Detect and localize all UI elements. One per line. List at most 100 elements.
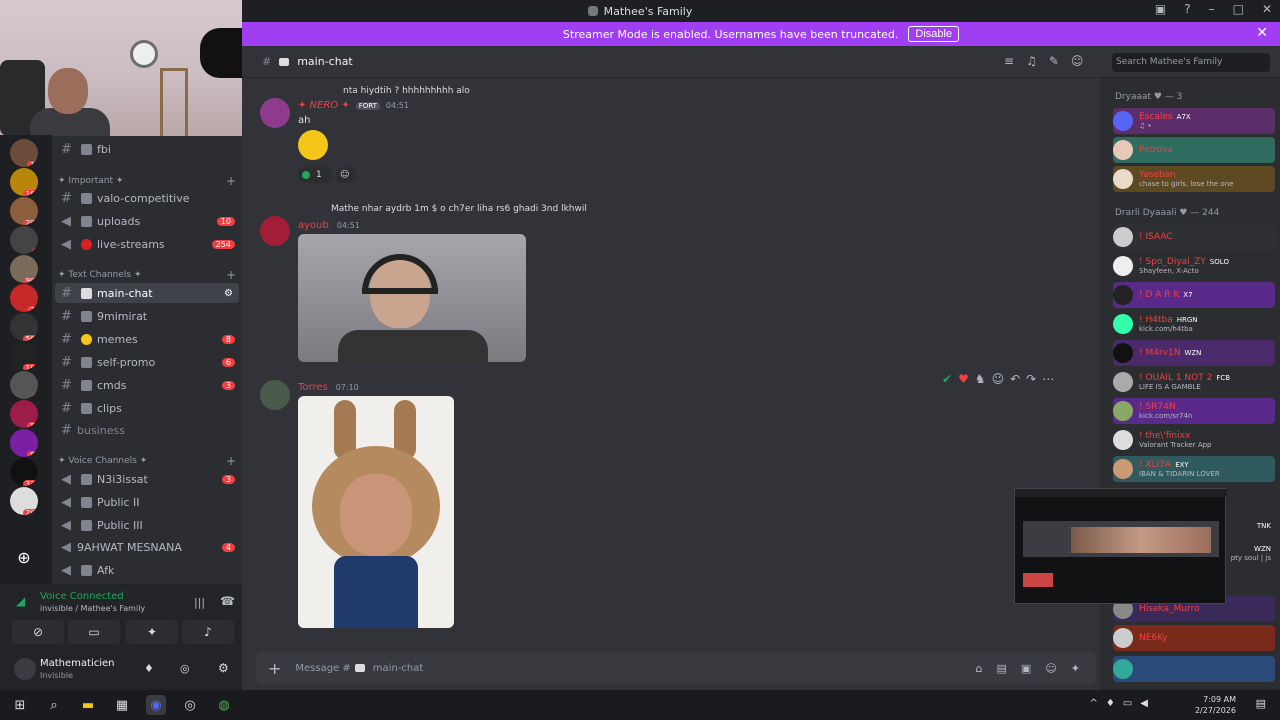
- avatar[interactable]: [14, 658, 36, 680]
- avatar[interactable]: [260, 216, 290, 246]
- mic-icon[interactable]: ♦: [1106, 698, 1115, 709]
- server-icon[interactable]: 3: [10, 371, 38, 399]
- screen-share-button[interactable]: ▭: [68, 620, 120, 644]
- sticker-icon[interactable]: ▣: [1021, 662, 1031, 675]
- avatar[interactable]: [260, 98, 290, 128]
- server-icon[interactable]: 900: [10, 255, 38, 283]
- tray-icons[interactable]: ^ ♦ ▭ ◀: [1089, 698, 1148, 709]
- add-reaction-button[interactable]: ☺: [336, 167, 356, 183]
- animal-emoji-icon[interactable]: ♞: [975, 372, 986, 386]
- member-item[interactable]: ! D A R K X7: [1113, 282, 1275, 308]
- channel-memes[interactable]: # memes 8: [55, 329, 239, 349]
- voice-channel-afk[interactable]: ◀ Afk: [55, 560, 239, 580]
- close-banner-icon[interactable]: ✕: [1256, 25, 1268, 41]
- server-icon[interactable]: 336: [10, 458, 38, 486]
- member-item[interactable]: ! Spo_Diyal_ZY SOLO Shayfeen, X-Acto: [1113, 253, 1275, 279]
- add-channel-icon[interactable]: +: [226, 454, 236, 468]
- message-composer[interactable]: + Message # main-chat ⌂ ▤ ▣ ☺ ✦: [256, 652, 1096, 684]
- channel-live-streams[interactable]: ◀ live-streams 254: [55, 234, 239, 254]
- microphone-icon[interactable]: ♦: [144, 662, 154, 675]
- more-icon[interactable]: ⋯: [1042, 372, 1054, 386]
- volume-icon[interactable]: ◀: [1140, 698, 1148, 709]
- network-icon[interactable]: ▭: [1123, 698, 1132, 709]
- disable-streamer-button[interactable]: Disable: [908, 26, 960, 42]
- gif-icon[interactable]: ▤: [997, 662, 1007, 675]
- close-window-button[interactable]: ✕: [1262, 2, 1272, 16]
- gift-icon[interactable]: ⌂: [976, 662, 983, 675]
- windows-start-icon[interactable]: ⊞: [10, 695, 30, 715]
- username[interactable]: Mathematicien: [40, 658, 115, 669]
- clock-date[interactable]: 2/27/2026: [1195, 705, 1236, 716]
- store-icon[interactable]: ▦: [112, 695, 132, 715]
- emoji-icon[interactable]: ☺: [1045, 662, 1056, 675]
- member-item[interactable]: NE6Ky: [1113, 625, 1275, 651]
- channel-uploads[interactable]: ◀ uploads 10: [55, 211, 239, 231]
- channel-fbi[interactable]: # fbi: [55, 139, 239, 159]
- server-icon[interactable]: 72: [10, 284, 38, 312]
- image-attachment[interactable]: [298, 234, 526, 362]
- member-item[interactable]: ! XLI7A EXY IBAN & TIDARIN LOVER: [1113, 456, 1275, 482]
- member-item[interactable]: ! M4rv1N WZN: [1113, 340, 1275, 366]
- server-icon[interactable]: 4: [10, 226, 38, 254]
- disconnect-icon[interactable]: ☎: [220, 594, 235, 608]
- headphones-icon[interactable]: ◎: [180, 662, 190, 675]
- category-important[interactable]: ✦ Important ✦ +: [58, 174, 238, 188]
- chrome-icon[interactable]: ◍: [214, 695, 234, 715]
- server-icon[interactable]: 181: [10, 342, 38, 370]
- heart-icon[interactable]: ♥: [958, 372, 969, 386]
- apps-icon[interactable]: ✦: [1071, 662, 1080, 675]
- category-voice[interactable]: ✦ Voice Channels ✦ +: [58, 454, 238, 468]
- voice-channel-public-3[interactable]: ◀ Public III: [55, 515, 239, 535]
- voice-channel-9ahwat[interactable]: ◀ 9AHWAT MESNANA 4: [55, 537, 239, 557]
- server-icon[interactable]: 287: [10, 487, 38, 515]
- stream-preview-popout[interactable]: [1014, 488, 1227, 604]
- check-icon[interactable]: ✔: [942, 372, 952, 386]
- message-author[interactable]: Torres: [298, 382, 328, 393]
- add-attachment-icon[interactable]: +: [268, 659, 281, 678]
- member-item[interactable]: [1113, 656, 1275, 682]
- camera-off-button[interactable]: ⊘: [12, 620, 64, 644]
- app-icon[interactable]: ◎: [180, 695, 200, 715]
- server-icon[interactable]: 202: [10, 197, 38, 225]
- forward-icon[interactable]: ↷: [1026, 372, 1036, 386]
- member-item[interactable]: Petrova: [1113, 137, 1275, 163]
- user-settings-icon[interactable]: ⚙: [218, 661, 229, 675]
- clock-time[interactable]: 7:09 AM: [1195, 694, 1236, 705]
- member-item[interactable]: ! OUAIL 1 NOT 2 FCB LIFE IS A GAMBLE: [1113, 369, 1275, 395]
- server-icon[interactable]: 164: [10, 168, 38, 196]
- notifications-icon[interactable]: ▤: [1256, 697, 1266, 710]
- server-icon[interactable]: 55: [10, 400, 38, 428]
- voice-channel-public-2[interactable]: ◀ Public II: [55, 492, 239, 512]
- voice-channel-n3i3issat[interactable]: ◀ N3i3issat 3: [55, 469, 239, 489]
- reply-preview[interactable]: Mathe nhar aydrb 1m $ o ch7er liha rs6 g…: [331, 204, 731, 214]
- channel-9mimirat[interactable]: #9mimirat: [55, 306, 239, 326]
- threads-icon[interactable]: ≡: [1004, 54, 1014, 68]
- avatar[interactable]: [260, 380, 290, 410]
- channel-cmds[interactable]: # cmds 3: [55, 375, 239, 395]
- channel-clips[interactable]: # clips: [55, 398, 239, 418]
- channel-main-chat[interactable]: # main-chat ⚙: [55, 283, 239, 303]
- maximize-button[interactable]: □: [1233, 2, 1244, 16]
- noise-suppression-icon[interactable]: |||: [194, 596, 205, 609]
- notifications-icon[interactable]: ♫: [1026, 54, 1037, 68]
- file-explorer-icon[interactable]: ▬: [78, 695, 98, 715]
- image-attachment[interactable]: [298, 396, 454, 628]
- discord-icon[interactable]: ◉: [146, 695, 166, 715]
- add-channel-icon[interactable]: +: [226, 174, 236, 188]
- server-icon[interactable]: 10: [10, 139, 38, 167]
- inbox-icon[interactable]: ▣: [1155, 2, 1166, 16]
- member-item[interactable]: Yaseban chase to girls, lose the one: [1113, 166, 1275, 192]
- search-icon[interactable]: ⌕: [44, 695, 64, 715]
- add-channel-icon[interactable]: +: [226, 268, 236, 282]
- server-icon[interactable]: 88: [10, 429, 38, 457]
- member-item[interactable]: ! the\'finixx Valorant Tracker App: [1113, 427, 1275, 453]
- reply-preview[interactable]: nta hiydtih ? hhhhhhhhh alo: [343, 86, 643, 96]
- message-author[interactable]: ✦ NERO ✦: [298, 100, 350, 111]
- member-list-icon[interactable]: ☺: [1071, 54, 1084, 68]
- member-item[interactable]: Escales A7X ♫ •: [1113, 108, 1275, 134]
- chevron-up-icon[interactable]: ^: [1089, 698, 1097, 709]
- help-icon[interactable]: ?: [1184, 2, 1190, 16]
- minimize-button[interactable]: –: [1209, 2, 1215, 16]
- add-server-icon[interactable]: ⊕: [10, 544, 38, 572]
- pin-icon[interactable]: ✎: [1049, 54, 1059, 68]
